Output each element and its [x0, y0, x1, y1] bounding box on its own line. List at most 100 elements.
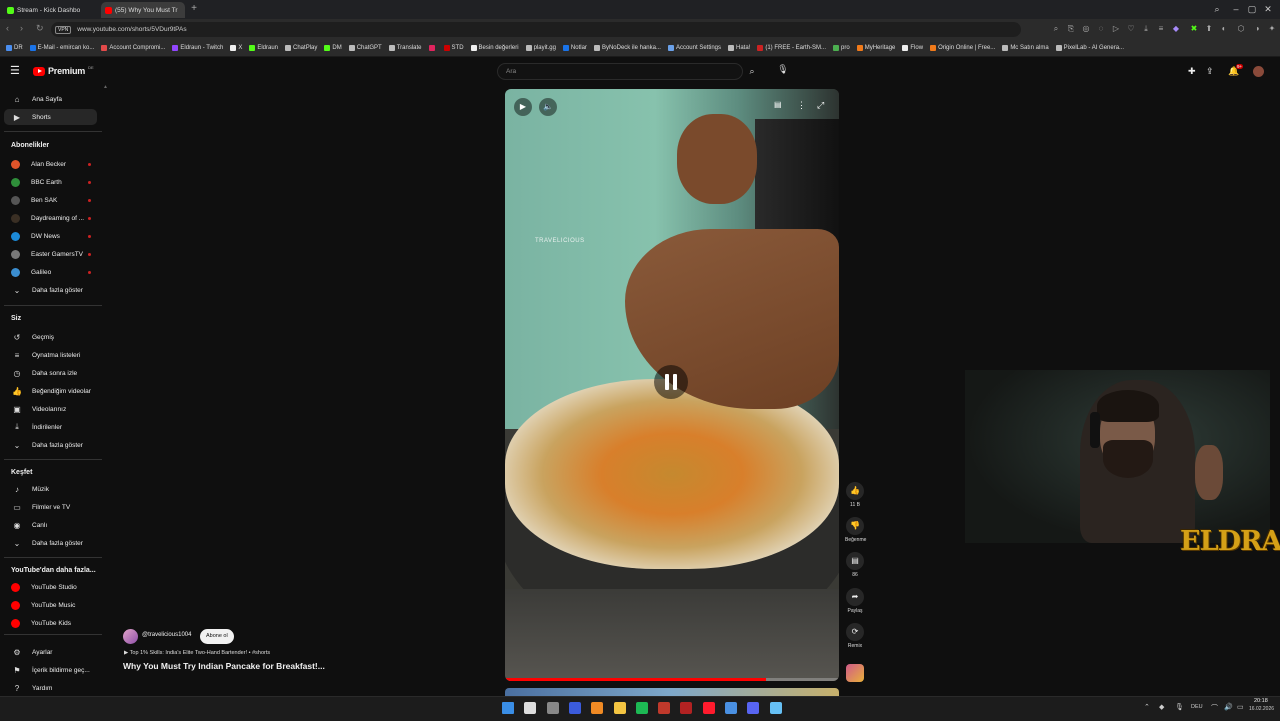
- bookmark-item[interactable]: Eldraun: [249, 45, 278, 51]
- sidebar-item[interactable]: ⤓ İndirilenler: [4, 419, 97, 435]
- sidebar-item[interactable]: ⚑ İçerik bildirme geç...: [4, 662, 97, 678]
- bookmark-item[interactable]: pro: [833, 45, 850, 51]
- url-field[interactable]: VPN www.youtube.com/shorts/5VDur9tPAs: [51, 22, 1021, 37]
- heart-icon[interactable]: ♡: [1126, 24, 1136, 34]
- clock-date[interactable]: 16.02.2026: [1249, 706, 1274, 712]
- vpn-badge[interactable]: VPN: [55, 25, 72, 34]
- close-icon[interactable]: ✕: [1262, 4, 1274, 15]
- wifi-icon[interactable]: ⌒: [1211, 703, 1218, 713]
- bookmark-item[interactable]: STD: [443, 45, 464, 51]
- captions-icon[interactable]: ▤: [774, 100, 782, 109]
- account-avatar[interactable]: [1253, 66, 1264, 77]
- like-button[interactable]: 👍 11 B: [845, 482, 865, 508]
- sidebar-item[interactable]: DW News: [4, 228, 97, 244]
- video-title[interactable]: Why You Must Try Indian Pancake for Brea…: [123, 661, 325, 671]
- bookmark-item[interactable]: MyHeritage: [856, 45, 895, 51]
- search-input[interactable]: Ara: [497, 63, 743, 80]
- taskbar-steam-icon[interactable]: [769, 702, 782, 714]
- tray-mic-icon[interactable]: 🎙: [1175, 703, 1184, 711]
- reload-icon[interactable]: ↻: [36, 23, 44, 34]
- bookmark-item[interactable]: (1) FREE - Earth-SM...: [757, 45, 826, 51]
- sidebar-item[interactable]: Daydreaming of ...: [4, 210, 97, 226]
- sidebar-item[interactable]: ◉ Canlı: [4, 517, 97, 533]
- sidebar-item[interactable]: ≡ Oynatma listeleri: [4, 347, 97, 363]
- sidebar-item[interactable]: ⌄ Daha fazla göster: [4, 282, 97, 298]
- taskbar-settings-icon[interactable]: [546, 702, 559, 714]
- sidebar-item[interactable]: ▶ Shorts: [4, 109, 97, 125]
- sidebar-item[interactable]: YouTube Kids: [4, 615, 97, 631]
- bookmark-item[interactable]: ChatPlay: [285, 45, 317, 51]
- sidebar-item[interactable]: ◷ Daha sonra izle: [4, 365, 97, 381]
- extension-icon[interactable]: ◑: [1252, 24, 1262, 34]
- extension-icon[interactable]: ⬡: [1236, 24, 1246, 34]
- bookmark-item[interactable]: Origin Online | Free...: [930, 45, 995, 51]
- next-short-preview[interactable]: [505, 688, 839, 696]
- forward-icon[interactable]: ›: [20, 23, 23, 33]
- more-options-icon[interactable]: ⋮: [797, 100, 806, 111]
- sidebar-item[interactable]: ↺ Geçmiş: [4, 329, 97, 345]
- bookmark-item[interactable]: DR: [6, 45, 23, 51]
- bookmark-item[interactable]: Flow: [902, 45, 923, 51]
- extension-icon[interactable]: ◌: [1096, 24, 1106, 34]
- video-progress-bar[interactable]: [505, 678, 839, 681]
- extension-icon[interactable]: ◆: [1171, 24, 1181, 34]
- extension-icon[interactable]: ⬆: [1204, 24, 1214, 34]
- bookmark-item[interactable]: Hata!: [728, 45, 750, 51]
- battery-icon[interactable]: ▭: [1237, 703, 1244, 711]
- youtube-premium-logo[interactable]: Premium DE: [33, 65, 94, 76]
- extension-icon[interactable]: ⎘: [1066, 24, 1076, 34]
- remix-button[interactable]: ⟳ Remix: [845, 623, 865, 649]
- dislike-button[interactable]: 👎 Beğenme: [845, 517, 866, 543]
- sidebar-item[interactable]: ⌄ Daha fazla göster: [4, 437, 97, 453]
- extension-icon[interactable]: ◐: [1219, 24, 1229, 34]
- volume-icon[interactable]: 🔈: [539, 98, 557, 116]
- camera-icon[interactable]: ◎: [1081, 24, 1091, 34]
- bookmark-item[interactable]: playit.gg: [525, 45, 556, 51]
- language-indicator[interactable]: DEU: [1191, 704, 1203, 710]
- bookmark-item[interactable]: [428, 45, 437, 51]
- taskbar-app-circle-icon[interactable]: [725, 702, 737, 714]
- upload-icon[interactable]: ⇪: [1206, 66, 1214, 77]
- sound-thumbnail[interactable]: [846, 664, 864, 682]
- tray-chevron-icon[interactable]: ⌃: [1144, 703, 1150, 711]
- sidebar-item[interactable]: Galileo: [4, 264, 97, 280]
- minimize-icon[interactable]: –: [1230, 4, 1242, 14]
- section-more-from-youtube[interactable]: YouTube'dan daha fazla...: [11, 567, 96, 574]
- create-icon[interactable]: ✚: [1188, 66, 1196, 77]
- taskbar-app-dark-icon[interactable]: [680, 702, 693, 714]
- menu-icon[interactable]: ≡: [1156, 24, 1166, 34]
- sidebar-item[interactable]: ♪ Müzik: [4, 481, 97, 497]
- taskbar-explorer-icon[interactable]: [613, 702, 626, 714]
- shorts-video-player[interactable]: TRAVELICIOUS ▶ 🔈 ▤ ⋮: [505, 89, 839, 681]
- play-button[interactable]: ▶: [514, 98, 532, 116]
- play-icon[interactable]: ▷: [1111, 24, 1121, 34]
- sidebar-item[interactable]: Alan Becker: [4, 156, 97, 172]
- ai-icon[interactable]: ✦: [1267, 24, 1277, 34]
- bookmark-item[interactable]: Besin değerleri: [470, 45, 519, 51]
- bookmark-item[interactable]: X: [230, 45, 242, 51]
- browser-search-icon[interactable]: ⌕: [1211, 4, 1223, 15]
- bookmark-item[interactable]: Eldraun - Twitch: [172, 45, 223, 51]
- sidebar-item[interactable]: YouTube Music: [4, 597, 97, 613]
- taskbar-app-blue-icon[interactable]: [568, 702, 581, 714]
- section-subscriptions[interactable]: Abonelikler: [11, 142, 49, 149]
- sidebar-item[interactable]: ⌂ Ana Sayfa: [4, 91, 97, 107]
- sidebar-item[interactable]: Easter GamersTV: [4, 246, 97, 262]
- extension-icon[interactable]: ⌕: [1051, 24, 1061, 34]
- channel-avatar[interactable]: [123, 629, 138, 644]
- sidebar-item[interactable]: ▭ Filmler ve TV: [4, 499, 97, 515]
- sidebar-item[interactable]: YouTube Studio: [4, 579, 97, 595]
- subscribe-button[interactable]: Abone ol: [200, 629, 234, 644]
- sidebar-item[interactable]: ▣ Videolarınız: [4, 401, 97, 417]
- tab-kick-dashboard[interactable]: Stream - Kick Dashbo: [3, 2, 99, 18]
- microphone-icon[interactable]: 🎙: [777, 64, 789, 78]
- bookmark-item[interactable]: E-Mail - emircan ko...: [29, 45, 94, 51]
- clock-time[interactable]: 20:18: [1254, 698, 1268, 704]
- pause-overlay-icon[interactable]: [654, 365, 688, 399]
- bookmark-item[interactable]: Mc Satın alma: [1002, 45, 1049, 51]
- extension-icon[interactable]: ✖: [1189, 24, 1199, 34]
- taskbar-discord-icon[interactable]: [747, 702, 760, 714]
- share-button[interactable]: ➦ Paylaş: [845, 588, 865, 614]
- comments-button[interactable]: ▤ 86: [845, 552, 865, 578]
- speaker-icon[interactable]: 🔊: [1224, 703, 1233, 711]
